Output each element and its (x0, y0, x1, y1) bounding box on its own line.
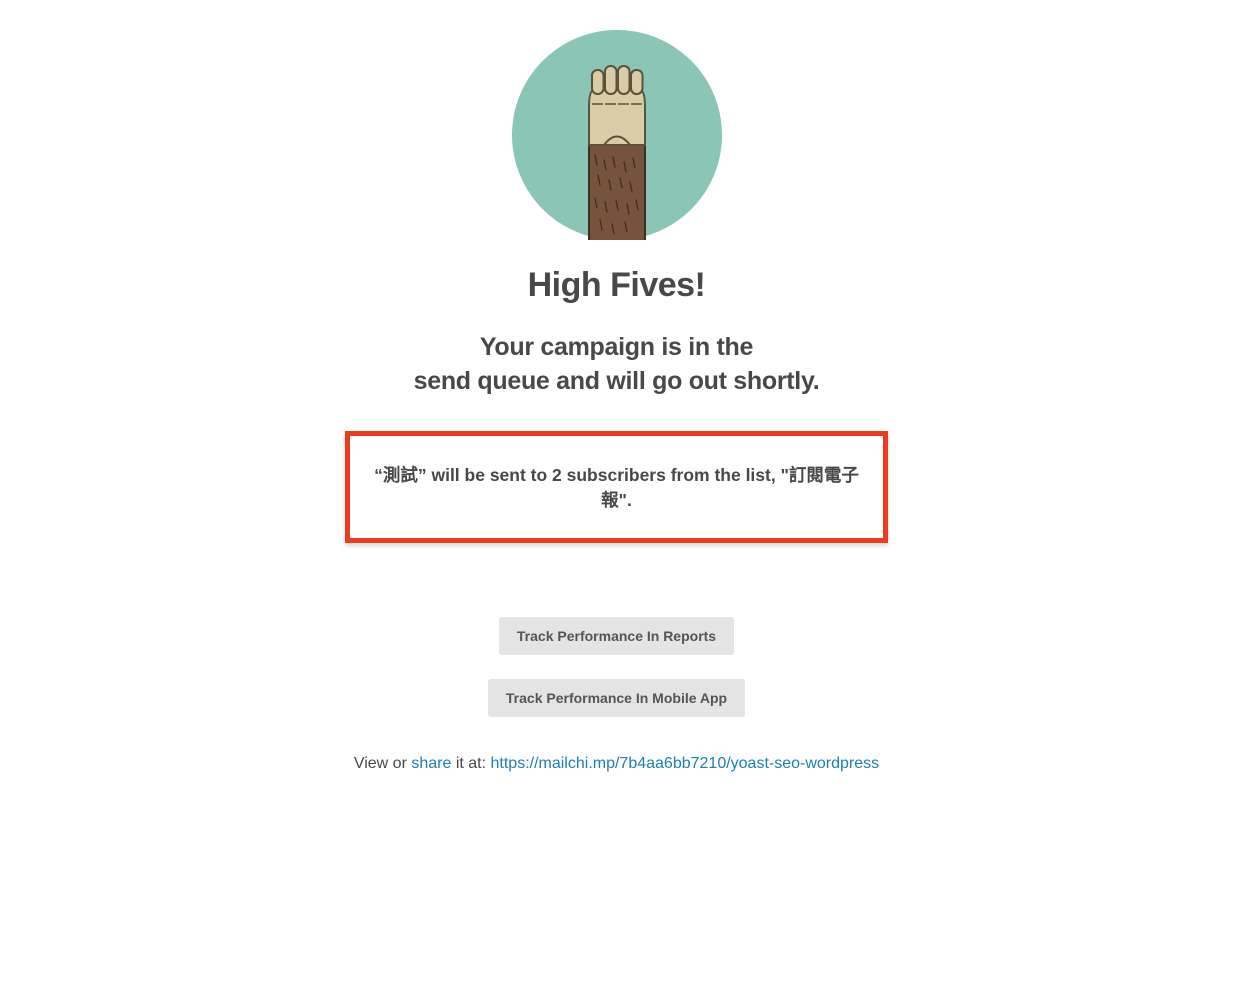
confirmation-container: High Fives! Your campaign is in the send… (167, 0, 1067, 773)
track-reports-button[interactable]: Track Performance In Reports (499, 617, 734, 655)
footer-mid: it at: (451, 755, 490, 772)
subheading: Your campaign is in the send queue and w… (167, 331, 1067, 399)
view-share-text: View or share it at: https://mailchi.mp/… (167, 755, 1067, 773)
campaign-details-box: “測試” will be sent to 2 subscribers from … (345, 431, 888, 543)
campaign-details-text: “測試” will be sent to 2 subscribers from … (370, 462, 863, 512)
subheading-line-2: send queue and will go out shortly. (414, 367, 820, 395)
footer-prefix: View or (354, 755, 412, 772)
track-mobile-button[interactable]: Track Performance In Mobile App (488, 679, 745, 717)
page-title: High Fives! (167, 266, 1067, 305)
high-five-illustration (512, 30, 722, 240)
action-buttons: Track Performance In Reports Track Perfo… (167, 617, 1067, 741)
subheading-line-1: Your campaign is in the (480, 333, 753, 361)
campaign-url-link[interactable]: https://mailchi.mp/7b4aa6bb7210/yoast-se… (491, 755, 880, 772)
share-link[interactable]: share (411, 755, 451, 772)
